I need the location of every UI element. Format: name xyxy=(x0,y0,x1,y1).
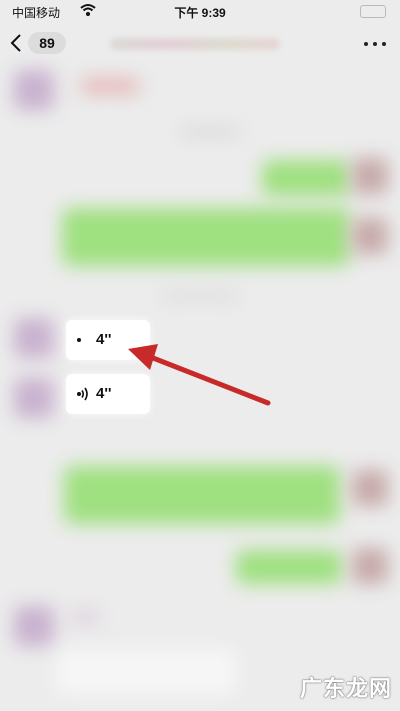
avatar xyxy=(352,470,388,506)
avatar xyxy=(352,548,388,584)
sender-name-blurred xyxy=(70,612,100,622)
site-watermark: 广东龙网 xyxy=(299,676,392,701)
avatar xyxy=(14,606,54,646)
message-bubble-sent xyxy=(236,550,342,584)
annotation-arrow xyxy=(128,344,271,406)
message-bubble-sent xyxy=(64,466,340,524)
message-bubble-received xyxy=(56,650,236,694)
